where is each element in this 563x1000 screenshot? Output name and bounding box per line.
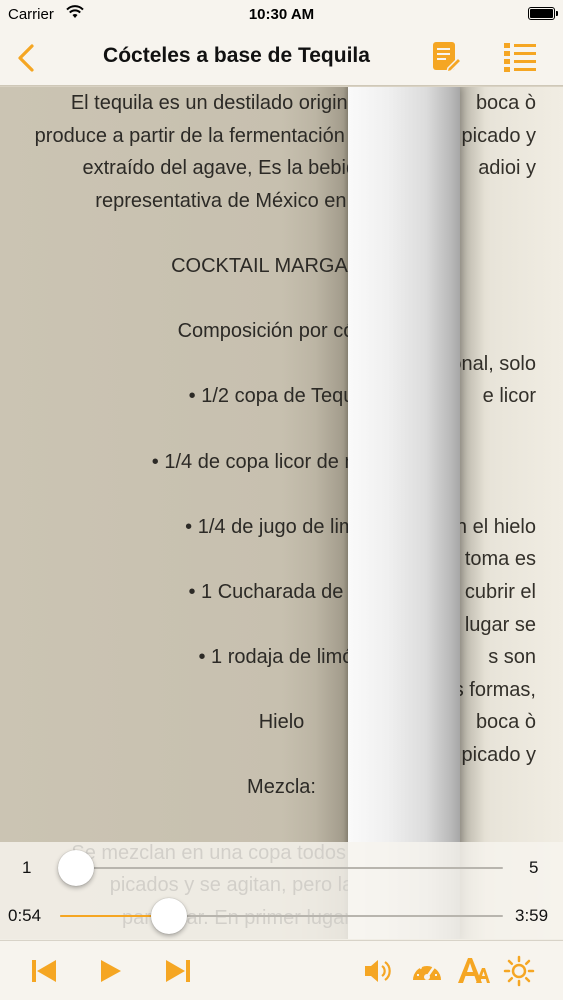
previous-track-button[interactable]	[28, 955, 62, 987]
chapter-slider-track[interactable]	[60, 867, 503, 869]
status-time: 10:30 AM	[248, 6, 315, 23]
time-total-label: 3:59	[515, 906, 549, 925]
font-size-button[interactable]	[456, 955, 490, 987]
progress-slider-track[interactable]	[60, 915, 503, 917]
font-size-icon	[458, 958, 490, 983]
list-icon	[504, 43, 536, 72]
chevron-left-icon	[18, 44, 34, 72]
page-title: Cócteles a base de Tequila	[103, 44, 370, 67]
chapter-slider-thumb[interactable]	[58, 850, 94, 886]
progress-slider-thumb[interactable]	[150, 898, 187, 934]
chapter-max-label: 5	[529, 858, 539, 877]
bottom-toolbar	[0, 940, 563, 1000]
next-track-button[interactable]	[160, 955, 194, 987]
play-icon	[101, 960, 121, 982]
progress-fill	[60, 915, 162, 917]
skip-forward-icon	[166, 960, 190, 982]
navigation-bar: Cócteles a base de Tequila	[0, 30, 563, 86]
volume-button[interactable]	[362, 955, 396, 987]
playback-speed-button[interactable]	[410, 955, 444, 987]
status-bar: Carrier 10:30 AM	[0, 0, 563, 30]
play-button[interactable]	[94, 955, 128, 987]
page-curl[interactable]	[348, 87, 460, 939]
battery-icon	[528, 7, 558, 20]
brightness-button[interactable]	[502, 955, 536, 987]
chapter-min-label: 1	[22, 858, 32, 877]
volume-icon	[365, 960, 391, 982]
brightness-icon	[503, 955, 535, 987]
skip-back-icon	[32, 960, 56, 982]
notes-edit-icon	[433, 42, 463, 74]
table-of-contents-button[interactable]	[500, 38, 540, 76]
notes-button[interactable]	[428, 38, 464, 76]
speedometer-icon	[413, 963, 441, 980]
book-reader[interactable]: El tequila es un destilado original de M…	[0, 87, 563, 939]
back-button[interactable]	[10, 40, 44, 76]
audio-player: 1 5 0:54 3:59	[0, 842, 563, 940]
time-elapsed-label: 0:54	[8, 906, 42, 925]
